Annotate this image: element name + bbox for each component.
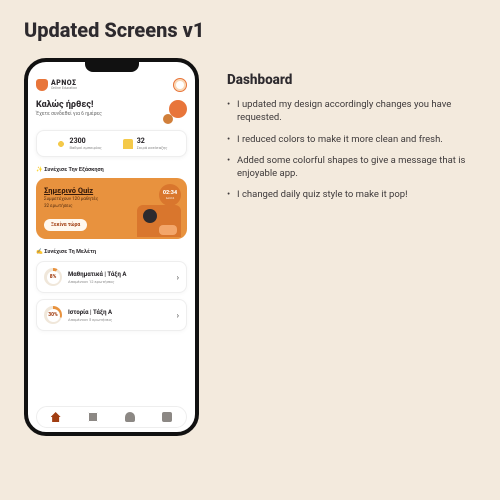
stat-rank-label: Σειρά κατάταξης [137,145,168,150]
app-header: ΑΡΝΟΣ Online Education [36,78,187,92]
quiz-line-participants: Συμμετέχουν 120 μαθητές [44,197,179,202]
welcome-block: Καλώς ήρθες! Έχετε συνδεθεί για 6 ημέρες [36,100,187,122]
tab-user-icon[interactable] [125,412,135,422]
chevron-right-icon: › [177,311,179,320]
quiz-start-button[interactable]: Ξεκίνα τώρα [44,219,87,231]
description-column: Dashboard I updated my design accordingl… [227,58,476,436]
quiz-illustration-icon [137,205,181,237]
stat-rank-value: 32 [137,137,168,145]
stat-points-value: 2300 [70,137,102,145]
progress-ring-icon: 8% [44,268,62,286]
study-title: Ιστορία | Τάξη Α [68,309,171,316]
study-sub: Απομένουν 12 ερωτήσεις [68,279,171,284]
study-title: Μαθηματικά | Τάξη Α [68,271,171,278]
stats-card: 2300 Βαθμοί εμπειρίας 32 Σειρά κατάταξης [36,130,187,157]
description-bullet: I updated my design accordingly changes … [227,98,476,125]
stat-points-label: Βαθμοί εμπειρίας [70,145,102,150]
layout-row: ΑΡΝΟΣ Online Education Καλώς ήρθες! Έχετ… [24,58,476,436]
progress-ring-icon: 30% [44,306,62,324]
greeting-sub: Έχετε συνδεθεί για 6 ημέρες [36,111,102,117]
tab-home-icon[interactable] [51,412,61,422]
description-heading: Dashboard [227,72,476,88]
description-bullet: Added some colorful shapes to give a mes… [227,154,476,181]
stat-points: 2300 Βαθμοί εμπειρίας [56,137,102,150]
decor-blobs-icon [165,100,187,122]
description-list: I updated my design accordingly changes … [227,98,476,202]
study-item-history[interactable]: 30% Ιστορία | Τάξη Α Απομένουν 5 ερωτήσε… [36,299,187,331]
description-bullet: I changed daily quiz style to make it po… [227,188,476,201]
brand-text: ΑΡΝΟΣ Online Education [51,80,77,91]
tab-calendar-icon[interactable] [162,412,172,422]
section-practice-title: ✨ Συνέχισε Την Εξάσκηση [36,167,187,173]
chevron-right-icon: › [177,273,179,282]
tab-grid-icon[interactable] [88,412,98,422]
brand-subtitle: Online Education [51,87,77,91]
tab-bar [36,406,187,428]
trophy-icon [123,139,133,149]
study-sub: Απομένουν 5 ερωτήσεις [68,317,171,322]
quiz-timer-badge: 02:34 λεπτά [159,184,181,206]
phone-mock: ΑΡΝΟΣ Online Education Καλώς ήρθες! Έχετ… [24,58,199,436]
description-bullet: I reduced colors to make it more clean a… [227,133,476,146]
brand-logo-icon [36,79,48,91]
section-study-title: ✍️ Συνέχισε Τη Μελέτη [36,249,187,255]
study-item-math[interactable]: 8% Μαθηματικά | Τάξη Α Απομένουν 12 ερωτ… [36,261,187,293]
page-title: Updated Screens v1 [24,18,476,42]
greeting: Καλώς ήρθες! [36,100,102,110]
quiz-card[interactable]: 02:34 λεπτά Σημερινό Quiz Συμμετέχουν 12… [36,178,187,239]
brand: ΑΡΝΟΣ Online Education [36,79,77,91]
star-icon [56,139,66,149]
avatar-icon[interactable] [173,78,187,92]
stat-rank: 32 Σειρά κατάταξης [123,137,168,150]
